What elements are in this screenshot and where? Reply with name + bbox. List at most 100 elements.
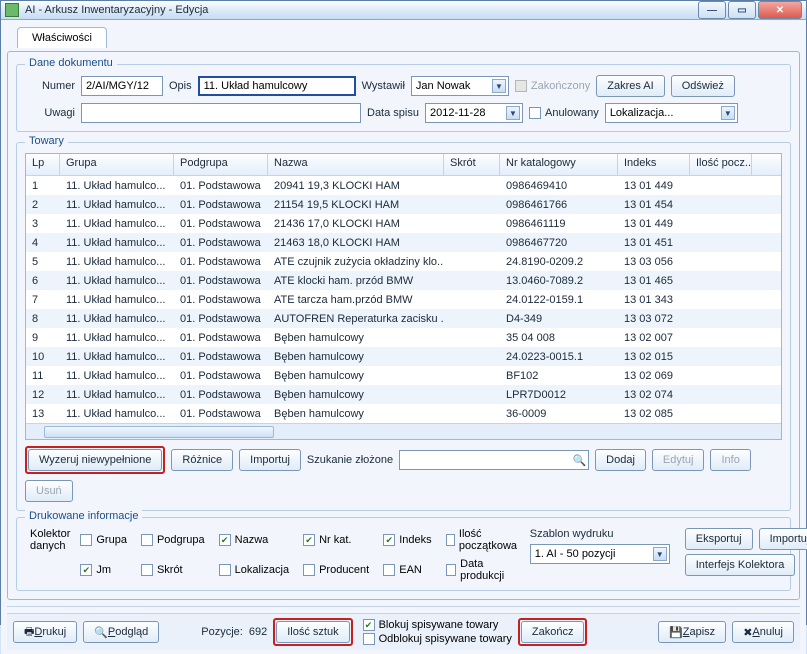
col-grupa[interactable]: Grupa [60,154,174,175]
table-row[interactable]: 311. Układ hamulco...01. Podstawowa21436… [26,214,781,233]
ilosc-button[interactable]: Ilość sztuk [276,621,349,643]
close-button[interactable]: ✕ [758,1,802,19]
cell: 01. Podstawowa [174,294,268,306]
uwagi-input[interactable] [81,103,361,123]
lbl-opis: Opis [169,80,192,92]
importuj-button[interactable]: Importuj [239,449,301,471]
kol-legend: Kolektor danych [25,528,70,582]
wystawil-select[interactable]: Jan Nowak▼ [411,76,509,96]
table-row[interactable]: 1111. Układ hamulco...01. PodstawowaBębe… [26,366,781,385]
table-row[interactable]: 511. Układ hamulco...01. PodstawowaATE c… [26,252,781,271]
search-input[interactable]: 🔍 [399,450,589,470]
cell: 11. Układ hamulco... [60,351,174,363]
numer-input[interactable] [81,76,163,96]
search-icon: 🔍 [572,454,586,467]
chk-blokuj[interactable] [363,619,375,631]
minimize-button[interactable]: ― [698,1,726,19]
interfejs-button[interactable]: Interfejs Kolektora [685,554,796,576]
cell: 01. Podstawowa [174,199,268,211]
cell: 11. Układ hamulco... [60,180,174,192]
chk-skrot[interactable] [141,564,153,576]
chk-jm[interactable] [80,564,92,576]
kol-importuj-button[interactable]: Importuj [759,528,807,550]
app-window: AI - Arkusz Inwentaryzacyjny - Edycja ― … [0,0,807,625]
podglad-button[interactable]: 🔍 Podgląd [83,621,159,643]
cell: 11. Układ hamulco... [60,275,174,287]
cell: 13 01 449 [618,180,690,192]
zakoncz-button[interactable]: Zakończ [521,621,585,643]
cell: 2 [26,199,60,211]
chk-datap[interactable] [446,564,456,576]
titlebar[interactable]: AI - Arkusz Inwentaryzacyjny - Edycja ― … [1,1,806,20]
table-row[interactable]: 711. Układ hamulco...01. PodstawowaATE t… [26,290,781,309]
opis-input[interactable] [198,76,356,96]
zakres-button[interactable]: Zakres AI [596,75,664,97]
cell: 13 01 451 [618,237,690,249]
table-row[interactable]: 1311. Układ hamulco...01. PodstawowaBębe… [26,404,781,423]
printer-icon: 🖶 [24,623,34,642]
cell: 0986467720 [500,237,618,249]
table-row[interactable]: 111. Układ hamulco...01. Podstawowa20941… [26,176,781,195]
cell: 01. Podstawowa [174,180,268,192]
data-select[interactable]: 2012-11-28▼ [425,103,523,123]
separator [7,606,800,607]
cell: 11. Układ hamulco... [60,389,174,401]
chk-prod[interactable] [303,564,315,576]
zapisz-button[interactable]: 💾 Zapisz [658,621,726,643]
lbl-wystawil: Wystawił [362,80,405,92]
chk-nrkat[interactable] [303,534,315,546]
cell: 01. Podstawowa [174,332,268,344]
eksportuj-button[interactable]: Eksportuj [685,528,753,550]
cell: 01. Podstawowa [174,237,268,249]
cell: 11. Układ hamulco... [60,294,174,306]
lbl-uwagi: Uwagi [25,107,75,119]
chk-ean[interactable] [383,564,395,576]
app-icon [5,3,19,17]
edytuj-button: Edytuj [652,449,705,471]
table-row[interactable]: 1211. Układ hamulco...01. PodstawowaBębe… [26,385,781,404]
chk-indeks[interactable] [383,534,395,546]
doc-legend: Dane dokumentu [25,57,117,69]
grid-body[interactable]: 111. Układ hamulco...01. Podstawowa20941… [26,176,781,423]
lokalizacja-select[interactable]: Lokalizacja...▼ [605,103,738,123]
scroll-thumb[interactable] [44,426,274,438]
chk-anulowany[interactable] [529,107,541,119]
table-row[interactable]: 611. Układ hamulco...01. PodstawowaATE k… [26,271,781,290]
table-row[interactable]: 1011. Układ hamulco...01. PodstawowaBębe… [26,347,781,366]
col-podgrupa[interactable]: Podgrupa [174,154,268,175]
col-ilosc[interactable]: Ilość pocz... [690,154,752,175]
table-row[interactable]: 411. Układ hamulco...01. Podstawowa21463… [26,233,781,252]
chk-ilosc[interactable] [446,534,455,546]
usun-button: Usuń [25,480,73,502]
table-row[interactable]: 811. Układ hamulco...01. PodstawowaAUTOF… [26,309,781,328]
maximize-button[interactable]: ▭ [728,1,756,19]
chk-odblokuj[interactable] [363,633,375,645]
roznice-button[interactable]: Różnice [171,449,233,471]
table-row[interactable]: 911. Układ hamulco...01. PodstawowaBęben… [26,328,781,347]
cell: 11. Układ hamulco... [60,313,174,325]
chk-podgrupa[interactable] [141,534,153,546]
footer: 🖶 Drukuj 🔍 Podgląd Pozycje: 692 Ilość sz… [7,613,800,650]
szablon-select[interactable]: 1. AI - 50 pozycji▼ [530,544,670,564]
cell: 13 03 072 [618,313,690,325]
table-row[interactable]: 211. Układ hamulco...01. Podstawowa21154… [26,195,781,214]
dodaj-button[interactable]: Dodaj [595,449,646,471]
col-indeks[interactable]: Indeks [618,154,690,175]
cell: 11. Układ hamulco... [60,199,174,211]
chk-lokal[interactable] [219,564,231,576]
col-lp[interactable]: Lp [26,154,60,175]
col-skrot[interactable]: Skrót [444,154,500,175]
col-nazwa[interactable]: Nazwa [268,154,444,175]
cell: 36-0009 [500,408,618,420]
wyzeruj-button[interactable]: Wyzeruj niewypełnione [28,449,162,471]
chk-grupa[interactable] [80,534,92,546]
tab-properties[interactable]: Właściwości [17,27,107,48]
goods-grid: Lp Grupa Podgrupa Nazwa Skrót Nr katalog… [25,153,782,440]
odswiez-button[interactable]: Odśwież [671,75,735,97]
chk-nazwa[interactable] [219,534,231,546]
col-nrkat[interactable]: Nr katalogowy [500,154,618,175]
h-scrollbar[interactable] [26,423,781,439]
cell: Bęben hamulcowy [268,351,444,363]
drukuj-button[interactable]: 🖶 Drukuj [13,621,77,643]
anuluj-button[interactable]: ✖ Anuluj [732,621,794,643]
